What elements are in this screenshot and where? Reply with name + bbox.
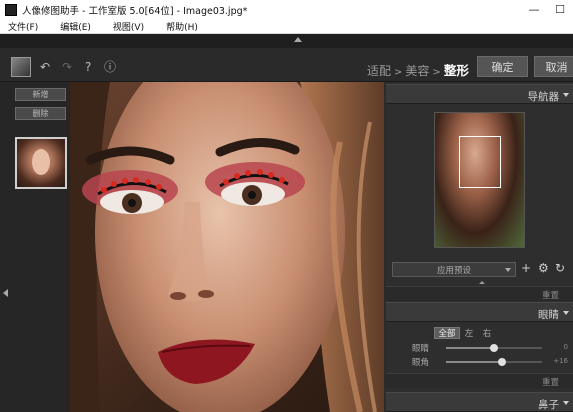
navigator-thumbnail[interactable] [434, 112, 525, 248]
slider-eyes-fill [446, 347, 494, 349]
breadcrumb: 适配 > 美容 > 整形 [367, 60, 469, 79]
reset-label: 重置 [541, 291, 559, 301]
thumbnail-face [32, 149, 50, 175]
title-bar: 人像修图助手 - 工作室版 5.0[64位] - Image03.jpg* — … [0, 0, 573, 19]
breadcrumb-step-beauty[interactable]: 美容 [405, 62, 429, 79]
slider-eyes-knob[interactable] [490, 344, 498, 352]
menu-edit[interactable]: 编辑(E) [60, 20, 91, 33]
segment-right[interactable]: 右 [480, 327, 494, 339]
navigator-header[interactable]: 导航器 [386, 84, 573, 104]
delete-image-button[interactable]: 删除 [15, 107, 66, 120]
slider-eyes-track[interactable] [446, 344, 542, 352]
undo-icon[interactable]: ↶ [40, 61, 50, 73]
menu-bar: 文件(F) 编辑(E) 视图(V) 帮助(H) [0, 19, 573, 34]
nose-header[interactable]: 鼻子 [386, 392, 573, 412]
slider-eye-corner-value: +16 [553, 357, 568, 365]
slider-eyes-label: 眼睛 [412, 344, 430, 354]
collapse-left-icon[interactable] [3, 289, 8, 297]
menu-file[interactable]: 文件(F) [8, 20, 38, 33]
navigator-viewport-rect[interactable] [459, 136, 501, 188]
confirm-button[interactable]: 确定 [477, 56, 528, 77]
add-image-button[interactable]: 新增 [15, 88, 66, 101]
menu-view[interactable]: 视图(V) [113, 20, 144, 33]
left-panel: 新增 删除 [0, 82, 70, 412]
slider-eyes-value: 0 [563, 343, 568, 351]
toolbar: ↶ ↷ ? ⓘ 适配 > 美容 > 整形 确定 取消 [0, 48, 573, 82]
slider-eye-corner-label: 眼角 [412, 358, 430, 368]
breadcrumb-step-fit[interactable]: 适配 [367, 62, 391, 79]
breadcrumb-separator: > [394, 67, 403, 78]
cancel-button[interactable]: 取消 [534, 56, 573, 77]
breadcrumb-step-reshape[interactable]: 整形 [444, 60, 469, 79]
app-logo-icon [11, 57, 31, 77]
navigator-caret-icon[interactable] [563, 93, 569, 97]
maximize-button[interactable]: ☐ [547, 0, 573, 19]
eyes-title: 眼睛 [538, 309, 559, 321]
nose-title: 鼻子 [538, 399, 559, 411]
app-window: 人像修图助手 - 工作室版 5.0[64位] - Image03.jpg* — … [0, 0, 573, 412]
segment-left[interactable]: 左 [462, 327, 476, 339]
right-panel: 导航器 应用预设 + ⚙ ↻ 重置 眼睛 全部 左 右 眼睛 0 眼角 +16 … [386, 82, 573, 412]
slider-eye-corner-knob[interactable] [497, 358, 506, 366]
portrait-photo [70, 82, 384, 412]
preset-dropdown-label: 应用预设 [436, 265, 471, 276]
nose-caret-icon[interactable] [563, 401, 569, 405]
photo-canvas[interactable] [70, 82, 384, 412]
menu-help[interactable]: 帮助(H) [166, 20, 198, 33]
slider-eye-corner-track[interactable] [446, 358, 542, 366]
collapse-up-icon[interactable] [294, 37, 302, 42]
navigator-title: 导航器 [527, 91, 560, 103]
expand-up-icon[interactable] [479, 281, 485, 284]
help-icon[interactable]: ? [85, 61, 91, 73]
reset-preset-icon[interactable]: ↻ [555, 261, 565, 275]
slider-eye-corner-fill [446, 361, 502, 363]
dropdown-arrow-icon [505, 268, 511, 272]
eyes-caret-icon[interactable] [563, 311, 569, 315]
preset-dropdown[interactable]: 应用预设 [392, 262, 516, 277]
breadcrumb-separator: > [432, 67, 441, 78]
add-preset-icon[interactable]: + [521, 261, 531, 275]
redo-icon[interactable]: ↷ [62, 61, 72, 73]
info-icon[interactable]: ⓘ [104, 61, 116, 73]
image-thumbnail[interactable] [15, 137, 67, 189]
minimize-button[interactable]: — [521, 0, 547, 19]
reset-bar[interactable]: 重置 [386, 286, 573, 301]
app-icon [5, 3, 17, 16]
reset-bar-eyes[interactable]: 重置 [386, 373, 573, 388]
preset-settings-icon[interactable]: ⚙ [538, 261, 549, 275]
top-collapse-strip [0, 34, 573, 48]
segment-all[interactable]: 全部 [434, 327, 460, 339]
window-title: 人像修图助手 - 工作室版 5.0[64位] - Image03.jpg* [22, 5, 248, 17]
window-controls: — ☐ [521, 0, 573, 19]
reset-label-eyes: 重置 [541, 378, 559, 388]
eyes-header[interactable]: 眼睛 [386, 302, 573, 322]
preset-row: 应用预设 + ⚙ ↻ [386, 258, 573, 280]
